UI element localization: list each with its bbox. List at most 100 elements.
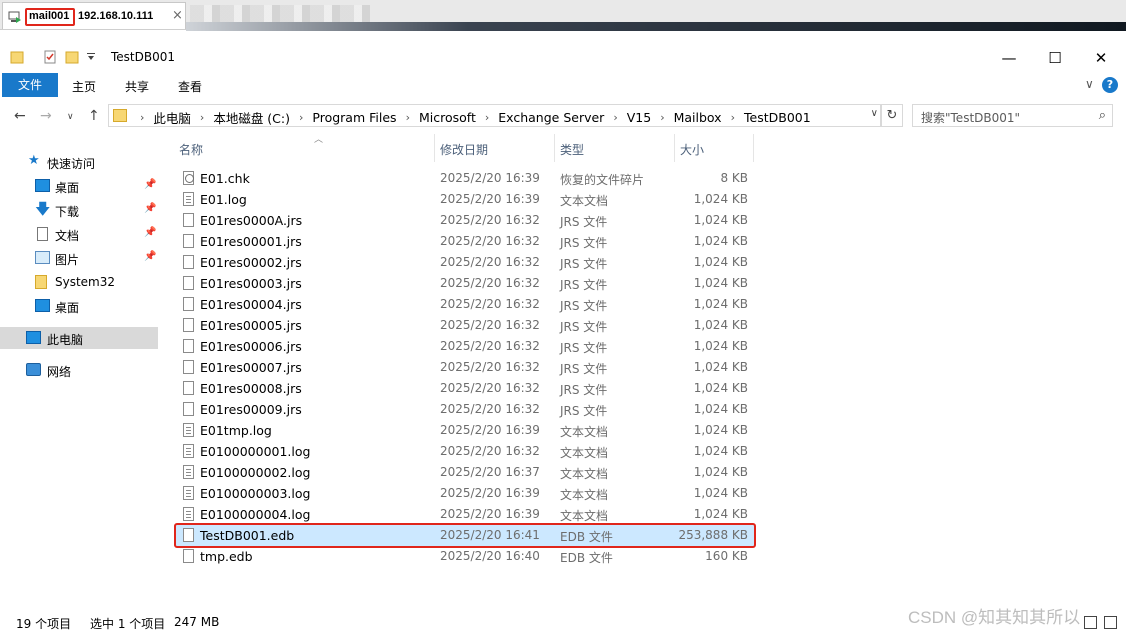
breadcrumb-testdb001[interactable]: TestDB001 (744, 110, 811, 125)
sidebar-item-downloads[interactable]: 🡇 下载 📌 (0, 199, 158, 221)
file-row[interactable]: E01res00005.jrs 2025/2/20 16:32 JRS 文件 1,02… (174, 315, 754, 336)
file-name: E01res00008.jrs (200, 381, 302, 396)
breadcrumb-exchange-server[interactable]: Exchange Server (498, 110, 604, 125)
file-row[interactable]: E01res00002.jrs 2025/2/20 16:32 JRS 文件 1,02… (174, 252, 754, 273)
file-name: E01res00006.jrs (200, 339, 302, 354)
back-icon[interactable]: ← (14, 108, 26, 124)
breadcrumb-mailbox[interactable]: Mailbox (674, 110, 722, 125)
customize-toolbar-icon[interactable] (86, 50, 96, 64)
column-date[interactable]: 修改日期 (440, 141, 488, 158)
file-row[interactable]: E0100000001.log 2025/2/20 16:32 文本文档 1,024 … (174, 441, 754, 462)
sidebar-item-network[interactable]: 网络 (0, 359, 158, 381)
file-row[interactable]: E0100000004.log 2025/2/20 16:39 文本文档 1,024 … (174, 504, 754, 525)
search-icon[interactable]: ⌕ (1099, 108, 1106, 123)
column-name[interactable]: 名称 (179, 141, 203, 158)
refresh-icon[interactable]: ↻ (881, 104, 903, 127)
file-size: 1,024 KB (693, 381, 748, 395)
minimize-button[interactable]: — (986, 46, 1032, 70)
file-row[interactable]: E01res00003.jrs 2025/2/20 16:32 JRS 文件 1,02… (174, 273, 754, 294)
file-row[interactable]: E01res00004.jrs 2025/2/20 16:32 JRS 文件 1,02… (174, 294, 754, 315)
file-type: JRS 文件 (560, 383, 608, 397)
breadcrumb-local-disk[interactable]: 本地磁盘 (C:) (213, 108, 290, 127)
chevron-right-icon[interactable]: › (406, 111, 410, 124)
sidebar-item-quick-access[interactable]: ★ 快速访问 (0, 151, 158, 173)
close-button[interactable]: ✕ (1078, 46, 1124, 70)
file-row[interactable]: E01tmp.log 2025/2/20 16:39 文本文档 1,024 KB (174, 420, 754, 441)
file-date: 2025/2/20 16:32 (440, 360, 540, 374)
file-row[interactable]: E0100000002.log 2025/2/20 16:37 文本文档 1,024 … (174, 462, 754, 483)
file-row[interactable]: E01res0000A.jrs 2025/2/20 16:32 JRS 文件 1,02… (174, 210, 754, 231)
file-name: E0100000003.log (200, 486, 311, 501)
breadcrumb-v15[interactable]: V15 (627, 110, 651, 125)
column-divider[interactable] (434, 134, 435, 162)
sidebar-item-desktop[interactable]: 桌面 📌 (0, 175, 158, 197)
file-size: 1,024 KB (693, 339, 748, 353)
file-type: 恢复的文件碎片 (560, 173, 645, 187)
file-name: E01res00004.jrs (200, 297, 302, 312)
file-type: 文本文档 (560, 446, 609, 460)
sidebar-item-label: 文档 (55, 229, 80, 243)
file-row[interactable]: E0100000003.log 2025/2/20 16:39 文本文档 1,024 … (174, 483, 754, 504)
file-type: 文本文档 (560, 467, 609, 481)
maximize-button[interactable]: ☐ (1032, 46, 1078, 70)
file-size: 1,024 KB (693, 444, 748, 458)
search-input[interactable]: 搜索"TestDB001" ⌕ (912, 104, 1113, 127)
breadcrumb-program-files[interactable]: Program Files (312, 110, 396, 125)
up-icon[interactable]: ↑ (88, 108, 100, 124)
file-name: E01.chk (200, 171, 250, 186)
details-view-icon[interactable] (1084, 616, 1097, 629)
file-row[interactable]: E01res00008.jrs 2025/2/20 16:32 JRS 文件 1,02… (174, 378, 754, 399)
column-divider[interactable] (753, 134, 754, 162)
breadcrumb-microsoft[interactable]: Microsoft (419, 110, 476, 125)
file-date: 2025/2/20 16:32 (440, 234, 540, 248)
sidebar-item-pictures[interactable]: 图片 📌 (0, 247, 158, 269)
close-tab-icon[interactable]: × (172, 8, 183, 23)
file-size: 1,024 KB (693, 507, 748, 521)
file-type: 文本文档 (560, 425, 609, 439)
file-name: E01res00001.jrs (200, 234, 302, 249)
file-row[interactable]: E01.chk 2025/2/20 16:39 恢复的文件碎片 8 KB (174, 168, 754, 189)
sidebar-item-label: 桌面 (55, 181, 80, 195)
chevron-right-icon[interactable]: › (613, 111, 617, 124)
breadcrumb: › 此电脑 › 本地磁盘 (C:) › Program Files › Micr… (131, 108, 811, 127)
column-divider[interactable] (554, 134, 555, 162)
tab-file[interactable]: 文件 (2, 73, 58, 97)
chevron-right-icon[interactable]: › (731, 111, 735, 124)
properties-icon[interactable] (43, 50, 57, 64)
sidebar-item-desktop-2[interactable]: 桌面 (0, 295, 158, 317)
chevron-right-icon[interactable]: › (200, 111, 204, 124)
chevron-right-icon[interactable]: › (660, 111, 664, 124)
address-bar[interactable]: › 此电脑 › 本地磁盘 (C:) › Program Files › Micr… (108, 104, 881, 127)
expand-ribbon-icon[interactable]: ∨ (1085, 77, 1094, 91)
chevron-right-icon[interactable]: › (299, 111, 303, 124)
file-row[interactable]: tmp.edb 2025/2/20 16:40 EDB 文件 160 KB (174, 546, 754, 567)
chevron-right-icon[interactable]: › (140, 111, 144, 124)
breadcrumb-this-pc[interactable]: 此电脑 (153, 108, 191, 127)
session-tab[interactable]: mail001 192.168.10.111 × (2, 2, 186, 29)
file-row[interactable]: E01res00006.jrs 2025/2/20 16:32 JRS 文件 1,02… (174, 336, 754, 357)
large-icons-view-icon[interactable] (1104, 616, 1117, 629)
new-folder-icon[interactable] (65, 50, 79, 64)
help-icon[interactable]: ? (1102, 77, 1118, 93)
tab-home[interactable]: 主页 (72, 78, 96, 95)
file-row[interactable]: E01res00009.jrs 2025/2/20 16:32 JRS 文件 1,02… (174, 399, 754, 420)
sidebar-item-system32[interactable]: System32 (0, 271, 158, 293)
file-row[interactable]: E01.log 2025/2/20 16:39 文本文档 1,024 KB (174, 189, 754, 210)
tab-share[interactable]: 共享 (125, 78, 149, 95)
column-type[interactable]: 类型 (560, 141, 584, 158)
sidebar-item-documents[interactable]: 文档 📌 (0, 223, 158, 245)
column-divider[interactable] (674, 134, 675, 162)
file-date: 2025/2/20 16:39 (440, 192, 540, 206)
file-row[interactable]: E01res00007.jrs 2025/2/20 16:32 JRS 文件 1,02… (174, 357, 754, 378)
file-size: 1,024 KB (693, 423, 748, 437)
address-dropdown-icon[interactable]: ∨ (871, 108, 878, 119)
sidebar-item-this-pc[interactable]: 此电脑 (0, 327, 158, 349)
file-icon (183, 360, 194, 374)
recent-locations-icon[interactable]: ∨ (67, 112, 74, 122)
forward-icon[interactable]: → (40, 108, 52, 124)
tab-view[interactable]: 查看 (178, 78, 202, 95)
file-name: E0100000001.log (200, 444, 311, 459)
column-size[interactable]: 大小 (680, 141, 704, 158)
chevron-right-icon[interactable]: › (485, 111, 489, 124)
file-row[interactable]: E01res00001.jrs 2025/2/20 16:32 JRS 文件 1,02… (174, 231, 754, 252)
